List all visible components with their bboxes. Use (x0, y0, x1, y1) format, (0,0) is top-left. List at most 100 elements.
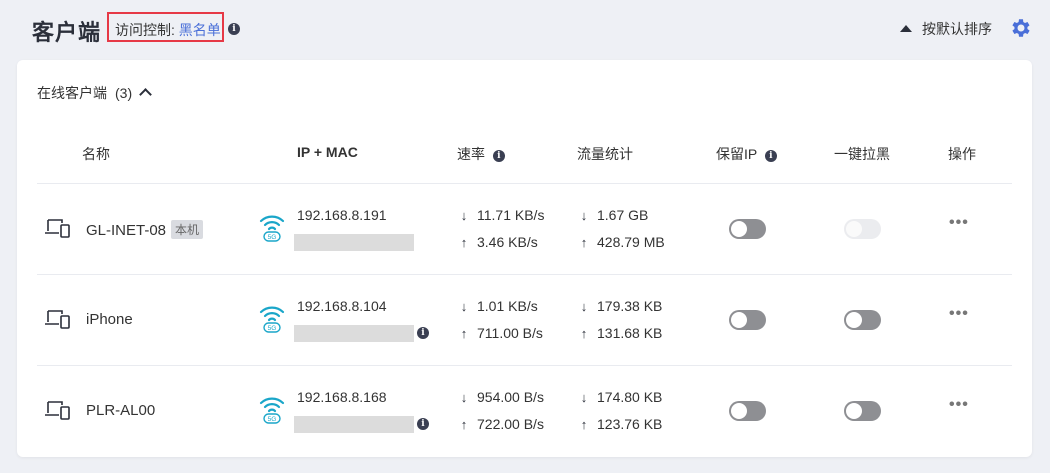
access-control-label: 访问控制: (115, 22, 179, 38)
arrow-down-icon: ↓ (580, 208, 588, 223)
traffic-download-value: 1.67 GB (597, 207, 649, 223)
more-actions-icon[interactable]: ••• (949, 396, 969, 414)
ip-address: 192.168.8.191 (297, 207, 387, 223)
table-row: PLR-AL00 5G 192.168.8.168 i ↓ 954.00 B/s … (37, 365, 1012, 457)
arrow-down-icon: ↓ (580, 299, 588, 314)
col-header-reserve-ip: 保留IP i (716, 144, 777, 164)
traffic-download-value: 179.38 KB (597, 298, 663, 314)
wifi-5g-icon: 5G (259, 397, 285, 424)
arrow-down-icon: ↓ (580, 390, 588, 405)
rate-upload: ↑ 722.00 B/s (457, 416, 544, 432)
info-icon[interactable]: i (764, 150, 777, 162)
rate-upload: ↑ 3.46 KB/s (457, 234, 538, 250)
wifi-5g-icon: 5G (259, 215, 285, 242)
chevron-up-icon (139, 88, 152, 101)
table-row: iPhone 5G 192.168.8.104 i ↓ 1.01 KB/s ↑ 71… (37, 274, 1012, 366)
col-header-actions: 操作 (948, 146, 976, 162)
mac-address-redacted (294, 416, 414, 433)
devices-icon (45, 310, 70, 329)
section-title: 在线客户端 (37, 85, 107, 101)
device-name: iPhone (86, 311, 133, 328)
rate-upload-value: 722.00 B/s (477, 416, 544, 432)
col-header-ip-mac: IP + MAC (297, 144, 358, 160)
device-name-label: GL-INET-08 (86, 222, 167, 239)
arrow-down-icon: ↓ (460, 208, 468, 223)
reserve-ip-toggle[interactable] (729, 219, 766, 239)
more-actions-icon[interactable]: ••• (949, 305, 969, 323)
col-header-name: 名称 (82, 146, 110, 162)
arrow-up-icon: ↑ (580, 326, 588, 341)
mac-address-redacted (294, 234, 414, 251)
arrow-up-icon: ↑ (580, 417, 588, 432)
rate-upload: ↑ 711.00 B/s (457, 325, 543, 341)
triangle-up-icon (900, 25, 912, 32)
traffic-download-value: 174.80 KB (597, 389, 663, 405)
access-control-link[interactable]: 黑名单 (179, 22, 221, 38)
wifi-5g-icon: 5G (259, 306, 285, 333)
rate-download: ↓ 954.00 B/s (457, 389, 544, 405)
device-name: PLR-AL00 (86, 402, 156, 419)
arrow-down-icon: ↓ (460, 299, 468, 314)
rate-download-value: 11.71 KB/s (477, 207, 545, 223)
traffic-download: ↓ 179.38 KB (577, 298, 663, 314)
arrow-up-icon: ↑ (460, 235, 468, 250)
blacklist-toggle[interactable] (844, 310, 881, 330)
info-icon[interactable]: i (417, 327, 429, 339)
device-name: GL-INET-08 本机 (86, 220, 204, 239)
reserve-ip-toggle[interactable] (729, 310, 766, 330)
arrow-up-icon: ↑ (460, 417, 468, 432)
traffic-upload-value: 428.79 MB (597, 234, 665, 250)
more-actions-icon[interactable]: ••• (949, 214, 969, 232)
band-label: 5G (268, 234, 277, 241)
sort-label: 按默认排序 (922, 21, 992, 37)
band-label: 5G (268, 325, 277, 332)
rate-upload-value: 711.00 B/s (477, 325, 543, 341)
access-control[interactable]: 访问控制: 黑名单 (115, 20, 221, 40)
rate-upload-value: 3.46 KB/s (477, 234, 538, 250)
clients-card: 在线客户端 (3) 名称 IP + MAC 速率 i 流量统计 保留IP i 一键… (17, 60, 1032, 457)
reserve-ip-toggle[interactable] (729, 401, 766, 421)
col-header-rate-label: 速率 (457, 146, 485, 162)
traffic-upload: ↑ 428.79 MB (577, 234, 665, 250)
ip-address: 192.168.8.104 (297, 298, 387, 314)
top-bar: 客户端 访问控制: 黑名单 i 按默认排序 (0, 0, 1050, 58)
devices-icon (45, 401, 70, 420)
gear-icon[interactable] (1009, 16, 1033, 40)
blacklist-toggle (844, 219, 881, 239)
arrow-up-icon: ↑ (460, 326, 468, 341)
col-header-rate: 速率 i (457, 144, 505, 164)
rate-download: ↓ 11.71 KB/s (457, 207, 545, 223)
sort-button[interactable]: 按默认排序 (900, 19, 992, 39)
arrow-up-icon: ↑ (580, 235, 588, 250)
mac-address-redacted (294, 325, 414, 342)
blacklist-toggle[interactable] (844, 401, 881, 421)
col-header-reserve-ip-label: 保留IP (716, 146, 757, 162)
arrow-down-icon: ↓ (460, 390, 468, 405)
info-icon[interactable]: i (492, 150, 505, 162)
info-icon[interactable]: i (417, 418, 429, 430)
rate-download-value: 954.00 B/s (477, 389, 544, 405)
toggle-knob (731, 221, 747, 237)
page-title: 客户端 (32, 20, 102, 45)
traffic-upload-value: 123.76 KB (597, 416, 663, 432)
devices-icon (45, 219, 70, 238)
traffic-upload: ↑ 131.68 KB (577, 325, 663, 341)
toggle-knob (846, 312, 862, 328)
table-row: GL-INET-08 本机 5G 192.168.8.191 ↓ 11.71 KB/… (37, 183, 1012, 275)
toggle-knob (731, 312, 747, 328)
band-label: 5G (268, 416, 277, 423)
col-header-blacklist: 一键拉黑 (834, 146, 890, 162)
info-icon[interactable]: i (228, 23, 240, 35)
traffic-download: ↓ 174.80 KB (577, 389, 663, 405)
toggle-knob (846, 221, 862, 237)
toggle-knob (731, 403, 747, 419)
col-header-traffic: 流量统计 (577, 146, 633, 162)
rate-download-value: 1.01 KB/s (477, 298, 538, 314)
ip-address: 192.168.8.168 (297, 389, 387, 405)
traffic-upload-value: 131.68 KB (597, 325, 663, 341)
toggle-knob (846, 403, 862, 419)
online-clients-toggle[interactable]: 在线客户端 (3) (37, 83, 152, 103)
rate-download: ↓ 1.01 KB/s (457, 298, 538, 314)
traffic-download: ↓ 1.67 GB (577, 207, 649, 223)
client-count: (3) (115, 85, 133, 101)
